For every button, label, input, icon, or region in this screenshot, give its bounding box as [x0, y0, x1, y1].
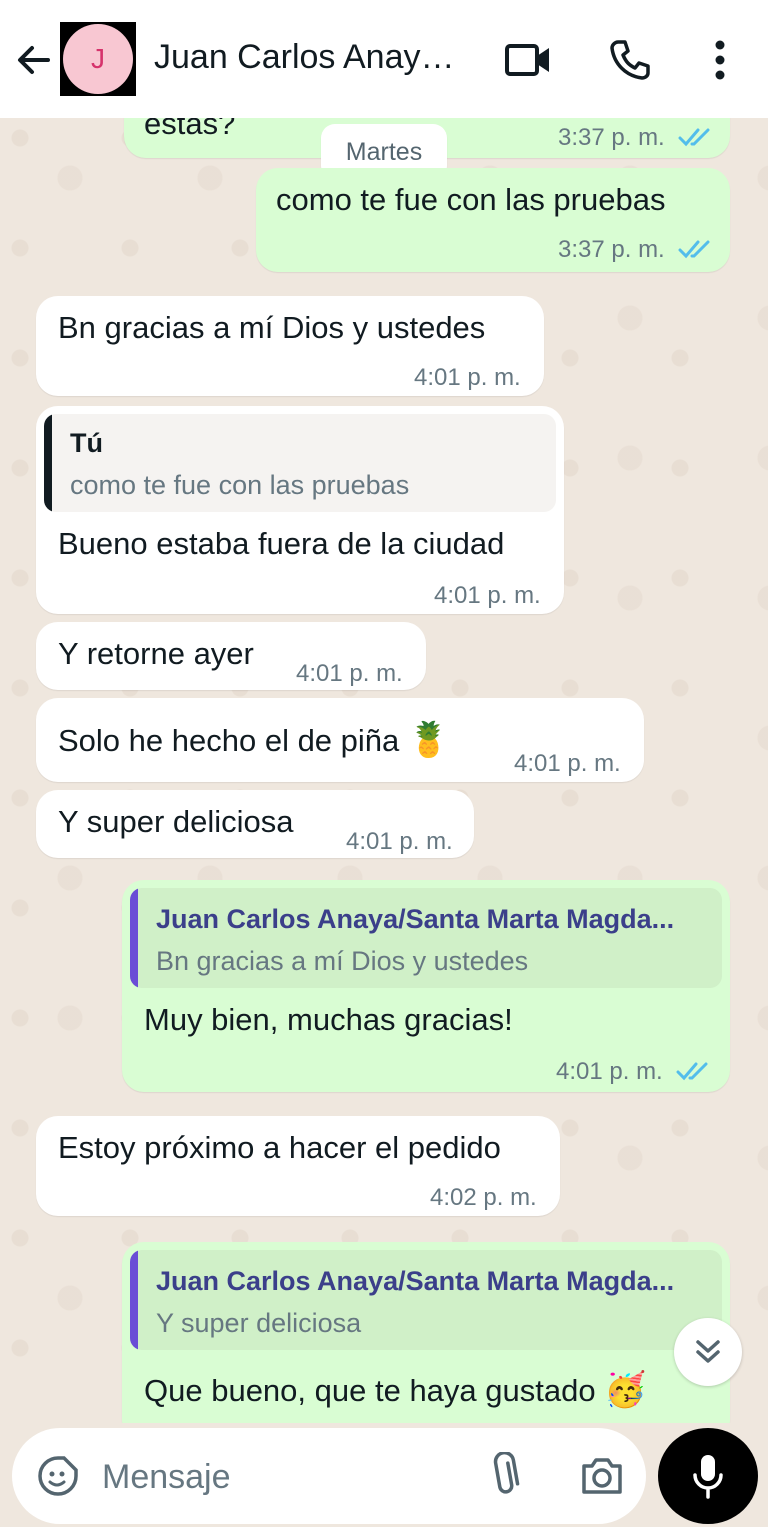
more-options-icon[interactable]	[696, 36, 744, 84]
scroll-to-bottom-button[interactable]	[674, 1318, 742, 1386]
message-bubble-outgoing[interactable]: Juan Carlos Anaya/Santa Marta Magda... B…	[122, 880, 730, 1092]
message-time: 4:02 p. m.	[430, 1184, 537, 1211]
message-time: 3:37 p. m.	[558, 236, 665, 263]
message-input-bar[interactable]: Mensaje	[12, 1428, 646, 1524]
message-bubble-incoming[interactable]: Y retorne ayer 4:01 p. m.	[36, 622, 426, 690]
message-bubble-outgoing[interactable]: como te fue con las pruebas 3:37 p. m.	[256, 168, 730, 272]
message-text: Y super deliciosa	[58, 804, 294, 839]
message-time: 3:37 p. m.	[558, 124, 665, 151]
quote-text: Y super deliciosa	[156, 1308, 362, 1338]
read-ticks-icon	[678, 128, 710, 147]
avatar-initial: J	[63, 24, 133, 94]
message-time: 4:01 p. m.	[514, 750, 621, 777]
message-bubble-incoming[interactable]: Bn gracias a mí Dios y ustedes 4:01 p. m…	[36, 296, 544, 396]
message-text-content: Que bueno, que te haya gustado	[144, 1373, 596, 1408]
quote-author: Juan Carlos Anaya/Santa Marta Magda...	[156, 1266, 675, 1296]
quoted-message[interactable]: Juan Carlos Anaya/Santa Marta Magda... Y…	[130, 1250, 722, 1350]
avatar[interactable]: J	[60, 22, 136, 96]
message-time: 4:01 p. m.	[556, 1058, 663, 1085]
quote-author: Tú	[70, 428, 103, 458]
message-bubble-incoming[interactable]: Estoy próximo a hacer el pedido 4:02 p. …	[36, 1116, 560, 1216]
message-text: Estoy próximo a hacer el pedido	[58, 1130, 501, 1165]
back-arrow-icon[interactable]	[14, 40, 54, 80]
message-bubble-outgoing[interactable]: Juan Carlos Anaya/Santa Marta Magda... Y…	[122, 1242, 730, 1423]
video-call-icon[interactable]	[504, 36, 552, 84]
message-time: 4:01 p. m.	[346, 828, 453, 855]
voice-call-icon[interactable]	[606, 36, 654, 84]
message-text: Y retorne ayer	[58, 636, 254, 671]
sticker-icon[interactable]	[36, 1454, 80, 1498]
read-ticks-icon	[678, 240, 710, 259]
quote-text: como te fue con las pruebas	[70, 470, 410, 500]
message-time: 4:01 p. m.	[434, 582, 541, 609]
party-face-emoji: 🥳	[604, 1371, 647, 1409]
message-text: Muy bien, muchas gracias!	[144, 1002, 513, 1037]
message-bubble-incoming[interactable]: Solo he hecho el de piña 🍍 4:01 p. m.	[36, 698, 644, 782]
quote-author: Juan Carlos Anaya/Santa Marta Magda...	[156, 904, 675, 934]
message-text-content: Solo he hecho el de piña	[58, 723, 400, 758]
message-text: Solo he hecho el de piña 🍍	[58, 720, 450, 760]
contact-name[interactable]: Juan Carlos Anaya/Santa Marta Magdalena	[154, 38, 464, 77]
quote-bar	[130, 888, 138, 988]
message-text: estas?	[144, 118, 236, 141]
chat-area[interactable]: estas? 3:37 p. m. Martes como te fue con…	[0, 118, 768, 1423]
message-bubble-incoming[interactable]: Tú como te fue con las pruebas Bueno est…	[36, 406, 564, 614]
double-chevron-down-icon	[696, 1340, 720, 1363]
quoted-message[interactable]: Juan Carlos Anaya/Santa Marta Magda... B…	[130, 888, 722, 988]
message-text: como te fue con las pruebas	[276, 182, 666, 217]
pineapple-emoji: 🍍	[407, 721, 451, 759]
chat-header: J Juan Carlos Anaya/Santa Marta Magdalen…	[0, 0, 768, 118]
message-input[interactable]: Mensaje	[102, 1458, 231, 1497]
read-ticks-icon	[676, 1062, 708, 1081]
message-text: Que bueno, que te haya gustado 🥳	[144, 1370, 647, 1410]
quote-bar	[130, 1250, 138, 1350]
quote-text: Bn gracias a mí Dios y ustedes	[156, 946, 529, 976]
microphone-icon	[693, 1455, 723, 1499]
attach-icon[interactable]	[486, 1450, 522, 1500]
message-text: Bueno estaba fuera de la ciudad	[58, 526, 505, 561]
quote-bar	[44, 414, 52, 512]
quoted-message[interactable]: Tú como te fue con las pruebas	[44, 414, 556, 512]
voice-record-button[interactable]	[658, 1428, 758, 1524]
message-text: Bn gracias a mí Dios y ustedes	[58, 310, 486, 345]
camera-icon[interactable]	[578, 1454, 626, 1498]
message-bubble-incoming[interactable]: Y super deliciosa 4:01 p. m.	[36, 790, 474, 858]
message-time: 4:01 p. m.	[296, 660, 403, 687]
message-time: 4:01 p. m.	[414, 364, 521, 391]
